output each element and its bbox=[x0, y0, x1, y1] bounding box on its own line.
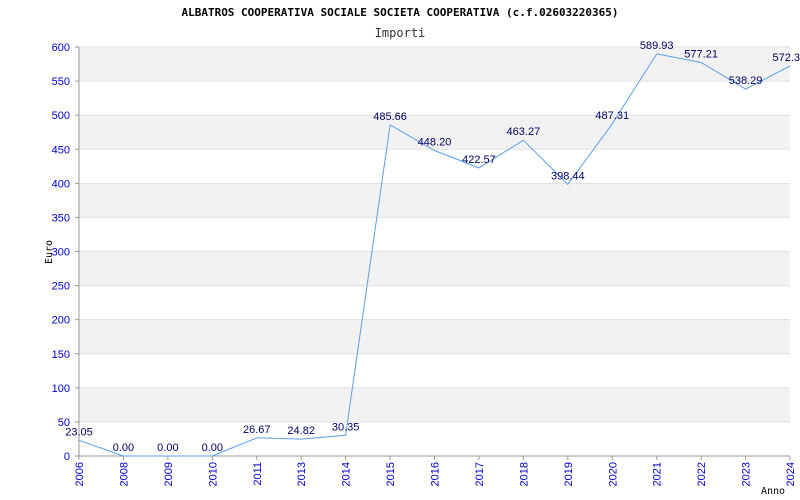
y-tick-label: 400 bbox=[52, 178, 70, 190]
chart-subtitle: Importi bbox=[375, 26, 426, 40]
x-tick-label: 2010 bbox=[207, 462, 219, 486]
data-label: 463.27 bbox=[507, 126, 541, 138]
data-label: 485.66 bbox=[373, 111, 407, 123]
y-tick-labels: 050100150200250300350400450500550600 bbox=[52, 42, 79, 463]
grid-band bbox=[79, 251, 790, 286]
line-chart: ALBATROS COOPERATIVA SOCIALE SOCIETA COO… bbox=[44, 6, 800, 497]
grid-band bbox=[79, 319, 790, 354]
x-tick-label: 2018 bbox=[518, 462, 530, 486]
data-label: 0.00 bbox=[202, 442, 223, 454]
x-tick-label: 2013 bbox=[296, 462, 308, 486]
grid-band bbox=[79, 387, 790, 422]
x-tick-label: 2024 bbox=[785, 462, 797, 486]
x-tick-labels: 2006 2008 2009 2010 2011 2013 2014 2015 2016 2017… bbox=[74, 456, 797, 486]
y-tick-label: 100 bbox=[52, 383, 70, 395]
y-tick-label: 500 bbox=[52, 110, 70, 122]
data-label: 23.05 bbox=[65, 426, 93, 438]
data-label: 0.00 bbox=[113, 442, 134, 454]
grid-band bbox=[79, 183, 790, 218]
data-label: 422.57 bbox=[462, 154, 496, 166]
x-tick-label: 2015 bbox=[385, 462, 397, 486]
x-tick-label: 2017 bbox=[474, 462, 486, 486]
data-label: 30.35 bbox=[332, 421, 360, 433]
x-tick-label: 2008 bbox=[118, 462, 130, 486]
y-tick-label: 350 bbox=[52, 212, 70, 224]
x-axis-title: Anno bbox=[761, 486, 785, 497]
y-tick-label: 600 bbox=[52, 42, 70, 54]
data-label: 487.31 bbox=[595, 110, 629, 122]
y-tick-label: 200 bbox=[52, 315, 70, 327]
x-tick-label: 2014 bbox=[341, 462, 353, 486]
data-label: 448.20 bbox=[418, 136, 452, 148]
data-label: 24.82 bbox=[287, 425, 315, 437]
chart-title: ALBATROS COOPERATIVA SOCIALE SOCIETA COO… bbox=[181, 6, 618, 19]
data-label: 577.21 bbox=[684, 49, 718, 61]
y-tick-label: 250 bbox=[52, 281, 70, 293]
data-label: 398.44 bbox=[551, 170, 585, 182]
data-label: 572.3 bbox=[772, 52, 800, 64]
data-label: 0.00 bbox=[157, 442, 178, 454]
data-label: 538.29 bbox=[729, 75, 763, 87]
x-tick-label: 2006 bbox=[74, 462, 86, 486]
x-tick-label: 2022 bbox=[696, 462, 708, 486]
grid-bands bbox=[79, 47, 790, 422]
x-tick-label: 2011 bbox=[252, 462, 264, 486]
data-label: 26.67 bbox=[243, 424, 271, 436]
y-tick-label: 550 bbox=[52, 76, 70, 88]
x-tick-label: 2016 bbox=[430, 462, 442, 486]
y-axis-title: Euro bbox=[44, 240, 55, 264]
x-tick-label: 2020 bbox=[607, 462, 619, 486]
y-tick-label: 450 bbox=[52, 144, 70, 156]
x-tick-label: 2021 bbox=[652, 462, 664, 486]
x-tick-label: 2023 bbox=[741, 462, 753, 486]
data-label: 589.93 bbox=[640, 40, 674, 52]
y-tick-label: 0 bbox=[64, 451, 70, 463]
y-tick-label: 150 bbox=[52, 349, 70, 361]
x-tick-label: 2019 bbox=[563, 462, 575, 486]
x-tick-label: 2009 bbox=[163, 462, 175, 486]
